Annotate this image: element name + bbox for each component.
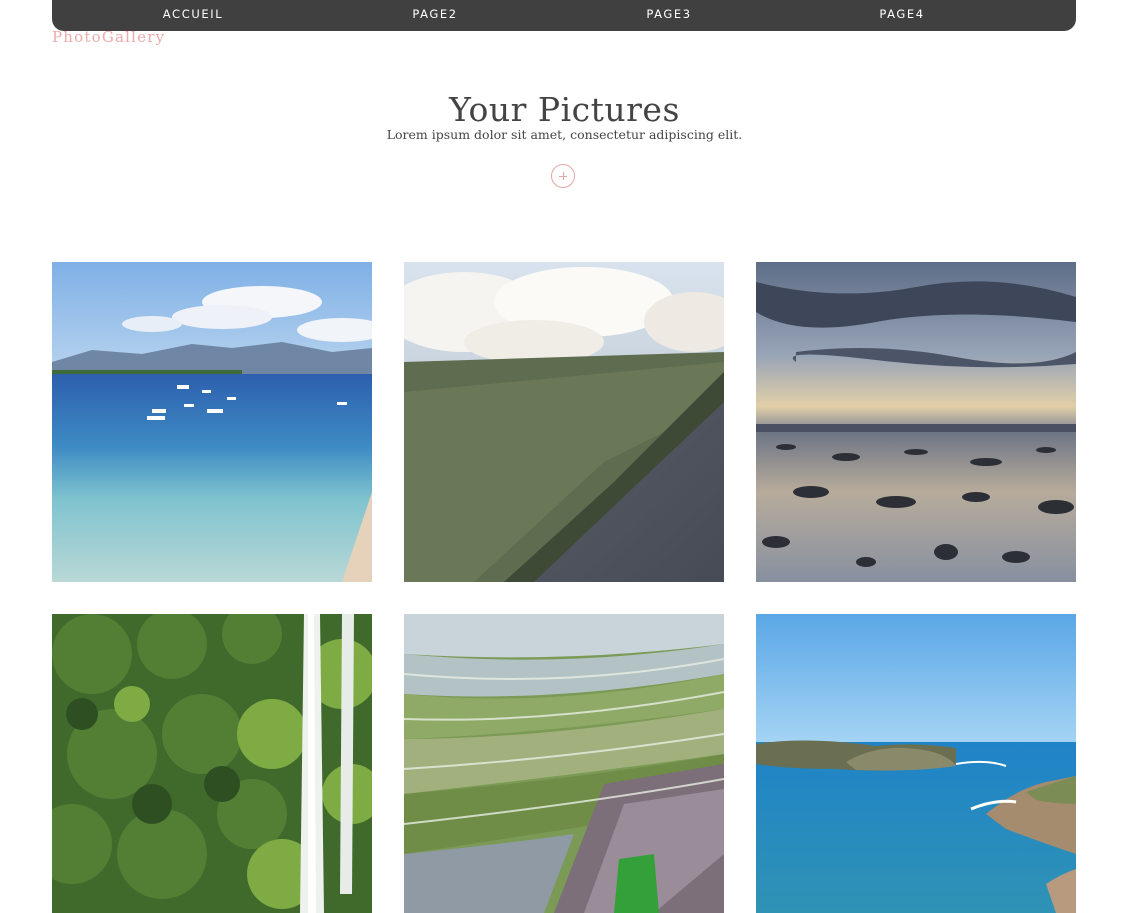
- photo-turquoise-bay[interactable]: [756, 614, 1076, 913]
- nav-item-page2[interactable]: PAGE2: [412, 0, 457, 29]
- sunset-rocky-shore-image: [756, 262, 1076, 582]
- photo-sunset-rocky-shore[interactable]: [756, 262, 1076, 582]
- photo-aerial-cliff-coast[interactable]: [404, 262, 724, 582]
- beach-boats-image: [52, 262, 372, 582]
- photo-beach-boats[interactable]: [52, 262, 372, 582]
- rice-terraces-image: [404, 614, 724, 913]
- page-subtitle: Lorem ipsum dolor sit amet, consectetur …: [386, 127, 743, 142]
- page-title: Your Pictures: [449, 90, 680, 129]
- photo-rice-terraces[interactable]: [404, 614, 724, 913]
- top-navbar: ACCUEIL PAGE2 PAGE3 PAGE4: [52, 0, 1076, 31]
- turquoise-bay-image: [756, 614, 1076, 913]
- add-picture-button[interactable]: [551, 164, 575, 188]
- brand-logo[interactable]: PhotoGallery: [52, 28, 165, 46]
- photo-waterfall-jungle[interactable]: [52, 614, 372, 913]
- aerial-cliff-coast-image: [404, 262, 724, 582]
- nav-item-page3[interactable]: PAGE3: [646, 0, 691, 29]
- nav-item-page4[interactable]: PAGE4: [879, 0, 924, 29]
- nav-item-accueil[interactable]: ACCUEIL: [163, 0, 223, 29]
- waterfall-jungle-image: [52, 614, 372, 913]
